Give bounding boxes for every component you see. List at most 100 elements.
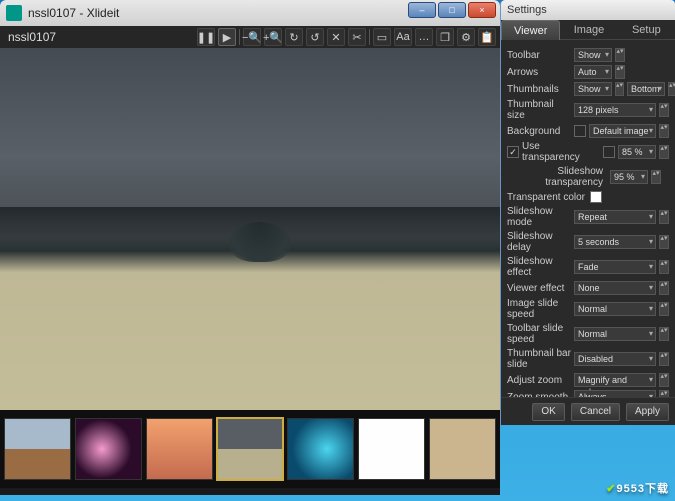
toolbar-label: Toolbar bbox=[507, 50, 571, 61]
minimize-button[interactable]: – bbox=[408, 2, 436, 18]
crop-icon[interactable]: ✂ bbox=[348, 28, 366, 46]
app-icon bbox=[6, 5, 22, 21]
sleffect-label: Slideshow effect bbox=[507, 256, 571, 278]
thumbslide-combo[interactable]: Disabled bbox=[574, 352, 656, 366]
background-spin[interactable]: ▴▾ bbox=[659, 124, 669, 138]
gear-icon[interactable]: ⚙ bbox=[457, 28, 475, 46]
image-content bbox=[230, 222, 290, 262]
window-buttons: – □ × bbox=[408, 2, 496, 18]
thumbnail-item[interactable] bbox=[75, 418, 142, 480]
background-label: Background bbox=[507, 126, 571, 137]
transparency-value[interactable]: 85 % bbox=[618, 145, 656, 159]
rotate-icon[interactable]: ↺ bbox=[306, 28, 324, 46]
tbspeed-spin[interactable]: ▴▾ bbox=[659, 327, 669, 341]
transparency-check[interactable] bbox=[507, 146, 519, 158]
settings-footer: OK Cancel Apply bbox=[501, 397, 675, 425]
zoom-out-icon[interactable]: −🔍 bbox=[243, 28, 261, 46]
thumbslide-label: Thumbnail bar slide bbox=[507, 348, 571, 370]
imgspeed-spin[interactable]: ▴▾ bbox=[659, 302, 669, 316]
xlideit-main-window: nssl0107 - Xlideit – □ × nssl0107 ❚❚▶ −🔍+… bbox=[0, 0, 500, 495]
thumbnail-item[interactable] bbox=[358, 418, 425, 480]
imgspeed-label: Image slide speed bbox=[507, 298, 571, 320]
slmode-spin[interactable]: ▴▾ bbox=[659, 210, 669, 224]
toolbar-divider bbox=[369, 29, 370, 45]
slide-transp-spin[interactable]: ▴▾ bbox=[651, 170, 661, 184]
toolbar-combo[interactable]: Show bbox=[574, 48, 612, 62]
thumbnails-pos-combo[interactable]: Bottom bbox=[627, 82, 665, 96]
thumbnails-spin[interactable]: ▴▾ bbox=[615, 82, 624, 96]
zoomsmooth-combo[interactable]: Always bbox=[574, 390, 656, 397]
image-viewport[interactable] bbox=[0, 48, 500, 410]
tbspeed-combo[interactable]: Normal bbox=[574, 327, 656, 341]
thumbsize-spin[interactable]: ▴▾ bbox=[659, 103, 669, 117]
arrows-combo[interactable]: Auto bbox=[574, 65, 612, 79]
cancel-button[interactable]: Cancel bbox=[571, 403, 620, 421]
slmode-combo[interactable]: Repeat bbox=[574, 210, 656, 224]
settings-dialog: Settings Viewer Image Setup Toolbar Show… bbox=[500, 0, 675, 425]
slide-transp-value[interactable]: 95 % bbox=[610, 170, 648, 184]
toolbar-spin[interactable]: ▴▾ bbox=[615, 48, 625, 62]
adjzoom-combo[interactable]: Magnify and reduce bbox=[574, 373, 656, 387]
watermark: ✔9553下载 bbox=[606, 476, 669, 497]
veffect-label: Viewer effect bbox=[507, 283, 571, 294]
thumbnails-combo[interactable]: Show bbox=[574, 82, 612, 96]
transp-color-swatch[interactable] bbox=[590, 191, 602, 203]
main-toolbar: nssl0107 ❚❚▶ −🔍+🔍↻↺✕✂ ▭Aa…❐⚙📋 bbox=[0, 26, 500, 48]
transparency-box[interactable] bbox=[603, 146, 615, 158]
thumbsize-combo[interactable]: 128 pixels bbox=[574, 103, 656, 117]
refresh-icon[interactable]: ↻ bbox=[285, 28, 303, 46]
filename-label: nssl0107 bbox=[8, 30, 56, 44]
thumbnail-item[interactable] bbox=[429, 418, 496, 480]
settings-title: Settings bbox=[507, 4, 547, 16]
settings-tabs: Viewer Image Setup bbox=[501, 20, 675, 40]
settings-titlebar[interactable]: Settings bbox=[501, 0, 675, 20]
close-image-icon[interactable]: ✕ bbox=[327, 28, 345, 46]
sleffect-spin[interactable]: ▴▾ bbox=[659, 260, 669, 274]
imgspeed-combo[interactable]: Normal bbox=[574, 302, 656, 316]
sldelay-spin[interactable]: ▴▾ bbox=[659, 235, 669, 249]
transparency-label: Use transparency bbox=[522, 141, 600, 163]
transp-color-label: Transparent color bbox=[507, 192, 587, 203]
main-titlebar[interactable]: nssl0107 - Xlideit – □ × bbox=[0, 0, 500, 26]
toolbar-divider bbox=[239, 29, 240, 45]
thumbslide-spin[interactable]: ▴▾ bbox=[659, 352, 669, 366]
thumbnail-item[interactable] bbox=[4, 418, 71, 480]
veffect-spin[interactable]: ▴▾ bbox=[659, 281, 669, 295]
transparency-spin[interactable]: ▴▾ bbox=[659, 145, 669, 159]
sleffect-combo[interactable]: Fade bbox=[574, 260, 656, 274]
zoomsmooth-spin[interactable]: ▴▾ bbox=[659, 390, 669, 397]
close-button[interactable]: × bbox=[468, 2, 496, 18]
tab-setup[interactable]: Setup bbox=[618, 20, 675, 40]
thumbsize-label: Thumbnail size bbox=[507, 99, 571, 121]
apply-button[interactable]: Apply bbox=[626, 403, 669, 421]
background-combo[interactable]: Default image bbox=[589, 124, 656, 138]
zoom-in-icon[interactable]: +🔍 bbox=[264, 28, 282, 46]
thumbnails-pos-spin[interactable]: ▴▾ bbox=[668, 82, 675, 96]
aspect-icon[interactable]: ▭ bbox=[373, 28, 391, 46]
tab-image[interactable]: Image bbox=[560, 20, 617, 40]
slmode-label: Slideshow mode bbox=[507, 206, 571, 228]
clipboard-icon[interactable]: 📋 bbox=[478, 28, 496, 46]
arrows-spin[interactable]: ▴▾ bbox=[615, 65, 625, 79]
tab-viewer[interactable]: Viewer bbox=[501, 20, 560, 40]
thumbnail-strip[interactable] bbox=[0, 410, 500, 488]
thumbnail-item[interactable] bbox=[146, 418, 213, 480]
maximize-button[interactable]: □ bbox=[438, 2, 466, 18]
pause-icon[interactable]: ❚❚ bbox=[197, 28, 215, 46]
thumbnails-label: Thumbnails bbox=[507, 84, 571, 95]
settings-body: Toolbar Show ▴▾ Arrows Auto ▴▾ Thumbnail… bbox=[501, 40, 675, 397]
tbspeed-label: Toolbar slide speed bbox=[507, 323, 571, 345]
thumbnail-item[interactable] bbox=[287, 418, 354, 480]
background-check[interactable] bbox=[574, 125, 586, 137]
toolbar-icon-group: ❚❚▶ −🔍+🔍↻↺✕✂ ▭Aa…❐⚙📋 bbox=[197, 28, 496, 46]
adjzoom-spin[interactable]: ▴▾ bbox=[659, 373, 669, 387]
veffect-combo[interactable]: None bbox=[574, 281, 656, 295]
text-icon[interactable]: Aa bbox=[394, 28, 412, 46]
ellipsis-icon[interactable]: … bbox=[415, 28, 433, 46]
sldelay-combo[interactable]: 5 seconds bbox=[574, 235, 656, 249]
sldelay-label: Slideshow delay bbox=[507, 231, 571, 253]
thumbnail-item[interactable] bbox=[217, 418, 284, 480]
ok-button[interactable]: OK bbox=[532, 403, 564, 421]
play-icon[interactable]: ▶ bbox=[218, 28, 236, 46]
window-icon[interactable]: ❐ bbox=[436, 28, 454, 46]
